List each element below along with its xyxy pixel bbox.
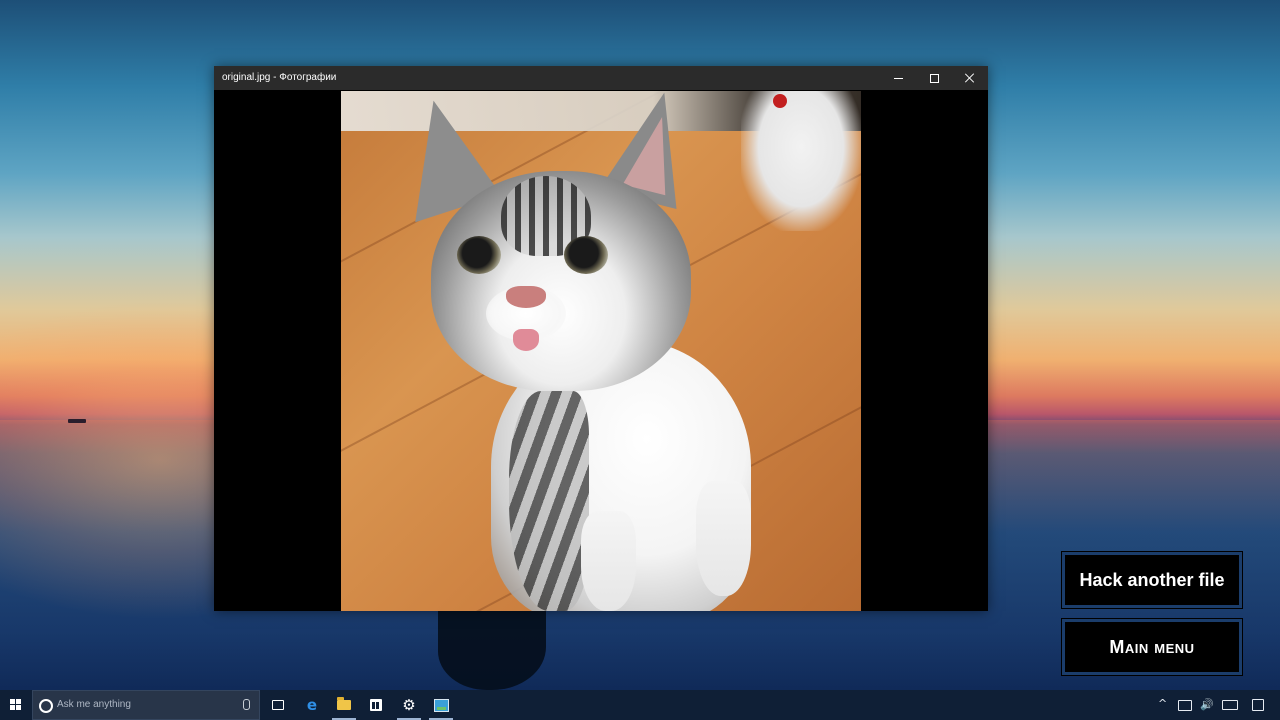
settings-button[interactable]: ⚙ [393,690,425,720]
gear-icon: ⚙ [402,696,416,714]
cat-eye-right [564,236,608,274]
cortana-icon [39,699,53,713]
cat-eye-left [457,236,501,274]
search-box[interactable]: Ask me anything [32,690,260,720]
cat-tongue [513,329,539,351]
main-menu-button[interactable]: Main menu [1061,618,1243,676]
search-placeholder: Ask me anything [57,699,131,710]
edge-icon: e [306,696,318,714]
cat-photo [341,91,861,611]
task-view-icon [272,700,284,710]
volume-icon[interactable]: 🔊 [1200,699,1214,711]
network-icon[interactable] [1178,700,1192,711]
window-title-bar[interactable]: original.jpg - Фотографии [214,66,988,90]
photos-app-icon [433,698,449,712]
maximize-icon [929,73,939,83]
notification-icon[interactable] [1252,699,1264,711]
photos-app-window: original.jpg - Фотографии [214,66,988,611]
close-button[interactable] [952,66,988,90]
edge-button[interactable]: e [296,690,328,720]
store-icon [370,699,382,711]
minimize-icon [893,77,903,79]
folder-icon [337,697,351,710]
maximize-button[interactable] [916,66,952,90]
file-explorer-button[interactable] [328,690,360,720]
hack-another-file-button[interactable]: Hack another file [1061,551,1243,609]
wallpaper-boat [68,419,86,423]
minimize-button[interactable] [880,66,916,90]
wallpaper-dark-shape [438,604,546,690]
close-icon [965,73,975,83]
system-tray: ^ 🔊 [1150,690,1280,720]
taskbar: Ask me anything e ⚙ ^ 🔊 [0,690,1280,720]
background-cat [741,91,861,231]
windows-logo-icon [10,699,22,711]
store-button[interactable] [360,690,392,720]
cat-leg-left [581,511,636,611]
task-view-button[interactable] [262,690,294,720]
chevron-up-icon[interactable]: ^ [1158,698,1167,710]
cat-nose [506,286,546,308]
microphone-icon[interactable] [243,699,250,710]
photos-app-button[interactable] [425,690,457,720]
background-cat-collar [773,94,787,108]
window-title: original.jpg - Фотографии [222,72,337,83]
cat-leg-right [696,481,751,596]
cat-stripes [509,391,589,611]
keyboard-icon[interactable] [1222,700,1238,710]
start-button[interactable] [0,690,32,720]
desktop-wallpaper: original.jpg - Фотографии Hack another f… [0,0,1280,720]
